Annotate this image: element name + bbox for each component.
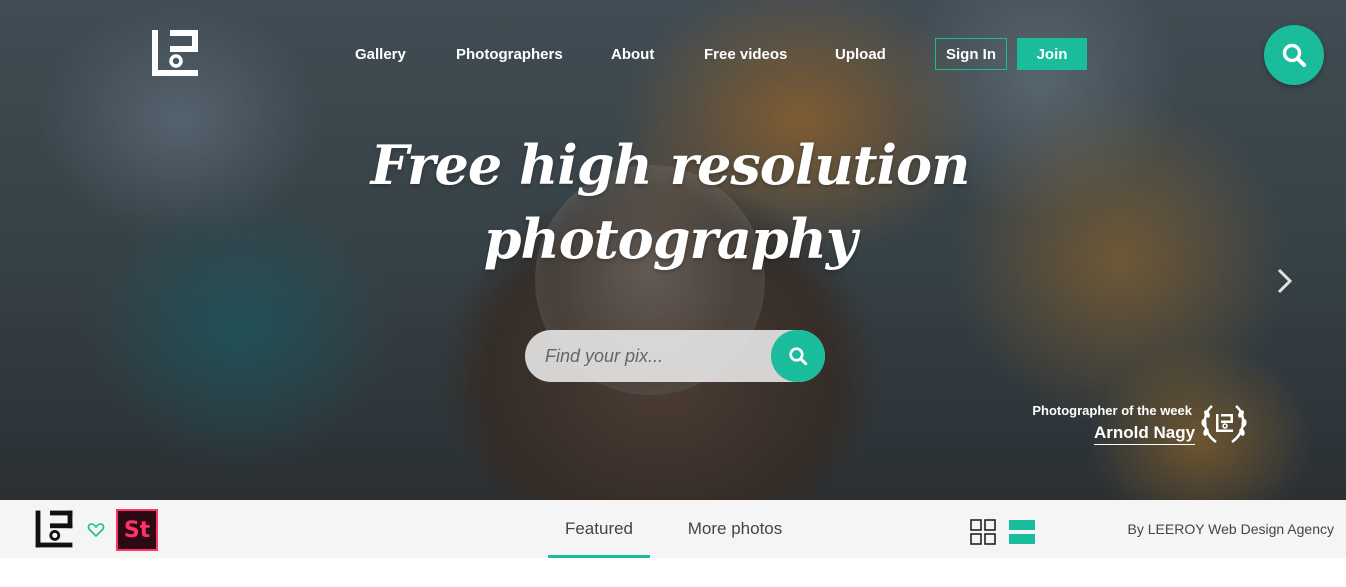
nav-gallery[interactable]: Gallery (355, 44, 406, 66)
hero-headline-line1: Free high resolution (370, 133, 971, 197)
chevron-right-icon[interactable] (1274, 266, 1296, 296)
search-icon (789, 347, 808, 366)
hero-headline-line2: photography (483, 207, 858, 271)
hero-headline: Free high resolution photography (370, 128, 971, 276)
grid-view-icon[interactable] (970, 519, 996, 545)
tab-featured[interactable]: Featured (548, 500, 650, 558)
hero-search-input[interactable] (545, 330, 775, 382)
agency-credit[interactable]: By LEEROY Web Design Agency (1110, 521, 1334, 537)
adobe-stock-badge[interactable]: St (116, 509, 158, 551)
join-button[interactable]: Join (1017, 38, 1087, 70)
nav-free-videos[interactable]: Free videos (704, 44, 787, 66)
list-view-icon[interactable] (1009, 519, 1035, 545)
nav-upload[interactable]: Upload (835, 44, 886, 66)
photographer-name-link[interactable]: Arnold Nagy (1094, 423, 1196, 445)
logo-icon[interactable] (150, 28, 200, 78)
nav-photographers[interactable]: Photographers (456, 44, 563, 66)
nav-about[interactable]: About (611, 44, 654, 66)
heart-icon[interactable] (87, 521, 105, 539)
tab-more-photos[interactable]: More photos (670, 500, 800, 558)
hero-search-button[interactable] (771, 330, 825, 382)
search-icon (1282, 43, 1306, 67)
sign-in-button[interactable]: Sign In (935, 38, 1007, 70)
photographer-of-week-label: Photographer of the week (1032, 403, 1192, 418)
wreath-icon (1201, 405, 1247, 444)
header-search-button[interactable] (1264, 25, 1324, 85)
footer-logo-icon[interactable] (34, 509, 74, 549)
